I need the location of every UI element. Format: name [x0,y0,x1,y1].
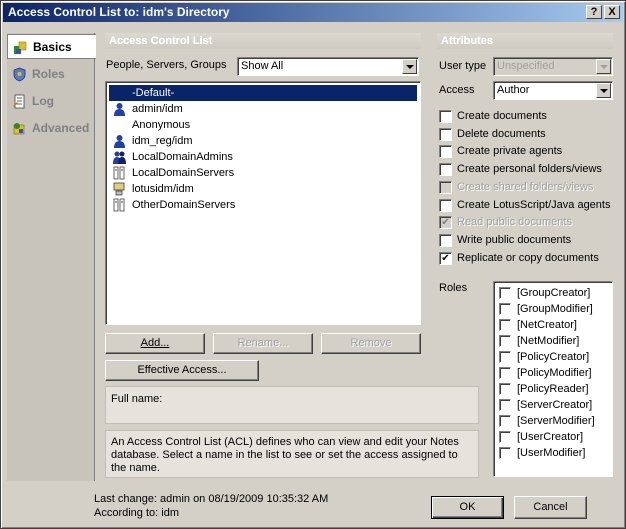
ok-button[interactable]: OK [431,496,504,519]
description-panel: An Access Control List (ACL) defines who… [105,430,479,478]
role-checkbox[interactable] [499,415,511,427]
role-checkbox[interactable] [499,367,511,379]
roles-label: Roles [439,282,468,294]
access-option-label: Create LotusScript/Java agents [457,198,611,211]
nav-item-log[interactable]: Log [7,89,95,114]
acl-entry-name: lotusidm/idm [132,183,194,195]
checkbox[interactable] [439,198,452,212]
nav-label-roles: Roles [32,67,65,81]
access-value: Author [497,84,530,96]
close-button[interactable]: X [604,5,620,19]
add-button[interactable]: Add... [105,333,205,354]
chevron-down-icon[interactable] [596,83,611,98]
checkbox[interactable] [439,180,452,194]
acl-section-header: Access Control List [105,33,421,49]
log-icon [13,94,25,109]
nav-label-log: Log [32,94,54,108]
acl-dialog: Access Control List to: idm's Directory … [0,0,626,529]
last-change-text: Last change: admin on 08/19/2009 10:35:3… [94,493,329,505]
access-option-label: Create private agents [457,145,563,158]
access-option-label: Create documents [457,110,547,122]
role-label: [GroupCreator] [517,287,591,299]
effective-access-button[interactable]: Effective Access... [105,360,259,381]
nav-label-basics: Basics [33,40,72,54]
access-option-label: Delete documents [457,127,546,140]
acl-entry-name: LocalDomainAdmins [132,151,233,163]
checkbox[interactable] [439,145,452,159]
checkbox[interactable] [439,127,452,141]
access-select[interactable]: Author [493,81,613,100]
acl-entry-name: OtherDomainServers [132,199,236,211]
role-checkbox[interactable] [499,447,511,459]
role-label: [PolicyReader] [517,383,589,395]
advanced-icon [13,123,25,135]
acl-entry-list[interactable]: -Default-admin/idm Anonymous idm_reg/idm Lo… [105,81,421,325]
role-checkbox[interactable] [499,335,511,347]
role-label: [NetCreator] [517,319,577,331]
title-bar[interactable]: Access Control List to: idm's Directory … [3,3,623,22]
role-label: [PolicyModifier] [517,367,592,379]
acl-entry-name: Anonymous [132,119,191,131]
role-checkbox[interactable] [499,303,511,315]
checkbox[interactable] [439,163,452,177]
role-label: [UserModifier] [517,447,586,459]
checkbox[interactable] [439,110,452,123]
chevron-down-icon[interactable] [596,59,611,74]
category-nav: Basics Roles Log Advanced [7,33,96,481]
acl-entry-name: LocalDomainServers [132,167,235,179]
access-option-label: Replicate or copy documents [457,251,599,264]
role-label: [UserCreator] [517,431,584,443]
nav-item-advanced[interactable]: Advanced [7,116,95,141]
chevron-down-icon[interactable] [402,59,417,74]
acl-entry[interactable]: -Default- [109,85,417,101]
checkbox[interactable]: ✔ [439,216,452,230]
filter-value: Show All [241,60,284,72]
filter-label: People, Servers, Groups [106,59,227,71]
role-checkbox[interactable] [499,399,511,411]
roles-icon [13,67,26,82]
help-button[interactable]: ? [586,5,602,19]
role-checkbox[interactable] [499,319,511,331]
filter-select[interactable]: Show All [237,57,419,76]
access-label: Access [439,84,475,96]
acl-entry-name: admin/idm [132,103,183,115]
user-type-select[interactable]: Unspecified [493,57,613,76]
window-title: Access Control List to: idm's Directory [8,5,230,19]
role-label: [PolicyCreator] [517,351,590,363]
full-name-label: Full name: [111,393,163,405]
role-checkbox[interactable] [499,287,511,299]
attributes-section-header: Attributes [437,33,613,49]
access-option-label: Write public documents [457,233,572,246]
nav-label-advanced: Advanced [32,121,90,135]
nav-item-basics[interactable]: Basics [7,34,96,59]
checkbox[interactable]: ✔ [439,251,452,265]
role-label: [GroupModifier] [517,303,593,315]
role-checkbox[interactable] [499,431,511,443]
role-checkbox[interactable] [499,383,511,395]
cancel-button[interactable]: Cancel [514,496,587,519]
user-type-label: User type [439,60,487,72]
access-option-label: Create shared folders/views [457,180,594,193]
full-name-panel: Full name: [105,386,479,424]
according-to-text: According to: idm [94,507,179,519]
acl-entry-name: idm_reg/idm [132,135,193,147]
access-option-label: Read public documents [457,216,572,229]
rename-button[interactable]: Rename... [213,333,313,354]
basics-icon [14,41,27,54]
remove-button[interactable]: Remove [321,333,421,354]
user-type-value: Unspecified [497,60,555,72]
access-option-label: Create personal folders/views [457,163,602,176]
role-label: [ServerCreator] [517,399,593,411]
roles-list[interactable]: [GroupCreator] [GroupModifier] [NetCreator… [493,281,613,477]
checkbox[interactable] [439,233,452,247]
role-label: [NetModifier] [517,335,580,347]
role-label: [ServerModifier] [517,415,595,427]
acl-description: An Access Control List (ACL) defines who… [111,436,459,474]
acl-entry-name: -Default- [132,87,175,99]
role-checkbox[interactable] [499,351,511,363]
nav-item-roles[interactable]: Roles [7,62,95,87]
